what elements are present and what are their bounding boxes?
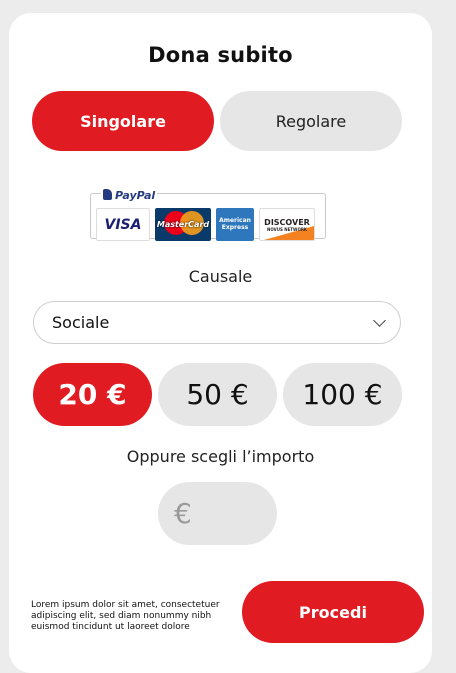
amount-20-button[interactable]: 20 €	[33, 363, 152, 426]
amount-50-button[interactable]: 50 €	[158, 363, 277, 426]
paypal-frame: PayPal VISA MasterCard American Express …	[90, 189, 326, 241]
paypal-logo: PayPal	[101, 189, 158, 202]
frequency-singolare-button[interactable]: Singolare	[32, 91, 214, 151]
paypal-label: PayPal	[115, 189, 156, 202]
donation-card: Dona subito Singolare Regolare PayPal VI…	[9, 13, 432, 673]
amount-100-button[interactable]: 100 €	[283, 363, 402, 426]
custom-amount-input[interactable]: €	[158, 482, 277, 545]
amex-logo: American Express	[216, 208, 254, 241]
payment-methods: PayPal VISA MasterCard American Express …	[90, 183, 326, 241]
mastercard-logo: MasterCard	[155, 208, 211, 241]
paypal-icon	[103, 189, 112, 200]
procedi-button[interactable]: Procedi	[242, 581, 424, 643]
custom-amount-label: Oppure scegli l’importo	[126, 447, 315, 466]
disclaimer-text: Lorem ipsum dolor sit amet, consectetuer…	[31, 600, 220, 632]
chevron-down-icon	[373, 314, 386, 327]
visa-logo: VISA	[96, 208, 150, 241]
form-title: Dona subito	[148, 43, 293, 67]
frequency-regolare-button[interactable]: Regolare	[220, 91, 402, 151]
causale-value: Sociale	[52, 313, 110, 332]
causale-label: Causale	[188, 267, 253, 286]
discover-logo: DISCOVER NOVUS NETWORK	[259, 208, 315, 241]
causale-select[interactable]: Sociale	[33, 301, 401, 344]
